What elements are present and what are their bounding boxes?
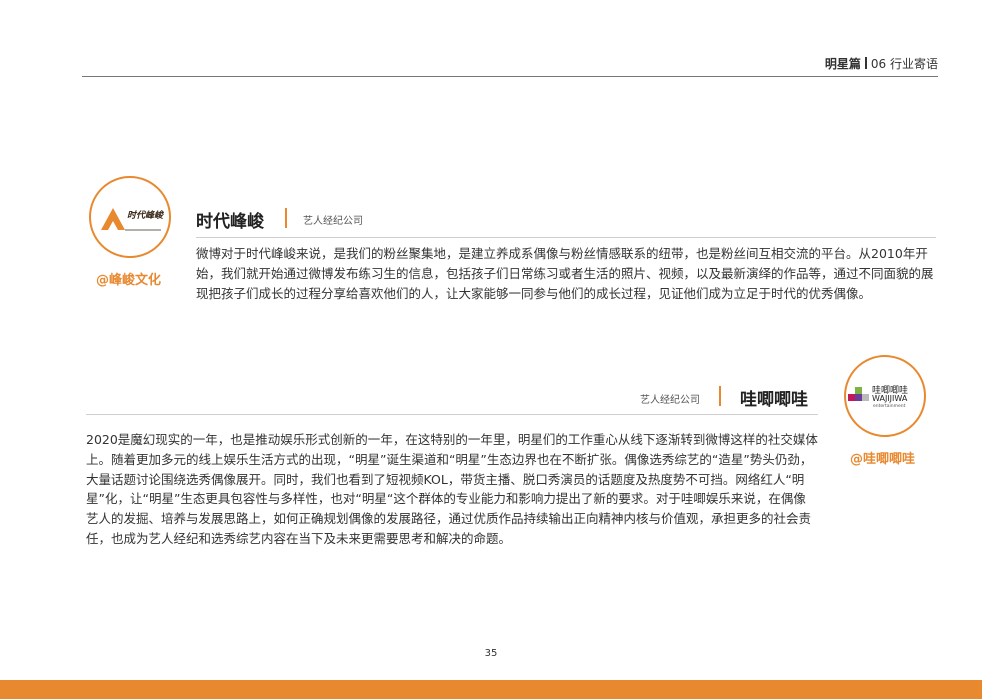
- company-logo-wajijiwa: 哇唧唧哇 WAJIJIWA entertainment: [844, 355, 926, 437]
- company-category: 艺人经纪公司: [640, 395, 700, 406]
- logo-latin-wordmark: WAJIJIWA: [872, 394, 908, 403]
- entry-body-text: 微博对于时代峰峻来说，是我们的粉丝聚集地，是建立养成系偶像与粉丝情感联系的纽带，…: [196, 246, 934, 301]
- company-name: 哇唧唧哇: [740, 390, 808, 410]
- title-separator: [285, 208, 287, 228]
- header-separator: [864, 57, 867, 69]
- entry-body-text: 2020是魔幻现实的一年，也是推动娱乐形式创新的一年，在这特别的一年里，明星们的…: [86, 432, 818, 546]
- company-category: 艺人经纪公司: [303, 216, 363, 227]
- company-name: 时代峰峻: [196, 212, 264, 232]
- title-separator: [719, 386, 721, 406]
- footer-bar: [0, 680, 982, 699]
- entry-divider: [86, 414, 818, 415]
- section-title: 明星篇: [824, 57, 861, 71]
- color-blocks-logo-icon: [848, 387, 869, 401]
- page-number: 35: [484, 648, 498, 659]
- header-rule: [82, 76, 938, 77]
- logo-subtitle: entertainment: [873, 404, 906, 409]
- entry-divider: [196, 237, 936, 238]
- logo-wordmark: 时代峰峻: [127, 211, 164, 221]
- weibo-handle[interactable]: @哇唧唧哇: [850, 448, 915, 467]
- company-logo-shidai: 时代峰峻: [89, 176, 171, 258]
- weibo-handle[interactable]: @峰峻文化: [96, 269, 161, 288]
- subsection-title: 06 行业寄语: [870, 57, 938, 71]
- page-header: 明星篇 06 行业寄语: [825, 55, 938, 72]
